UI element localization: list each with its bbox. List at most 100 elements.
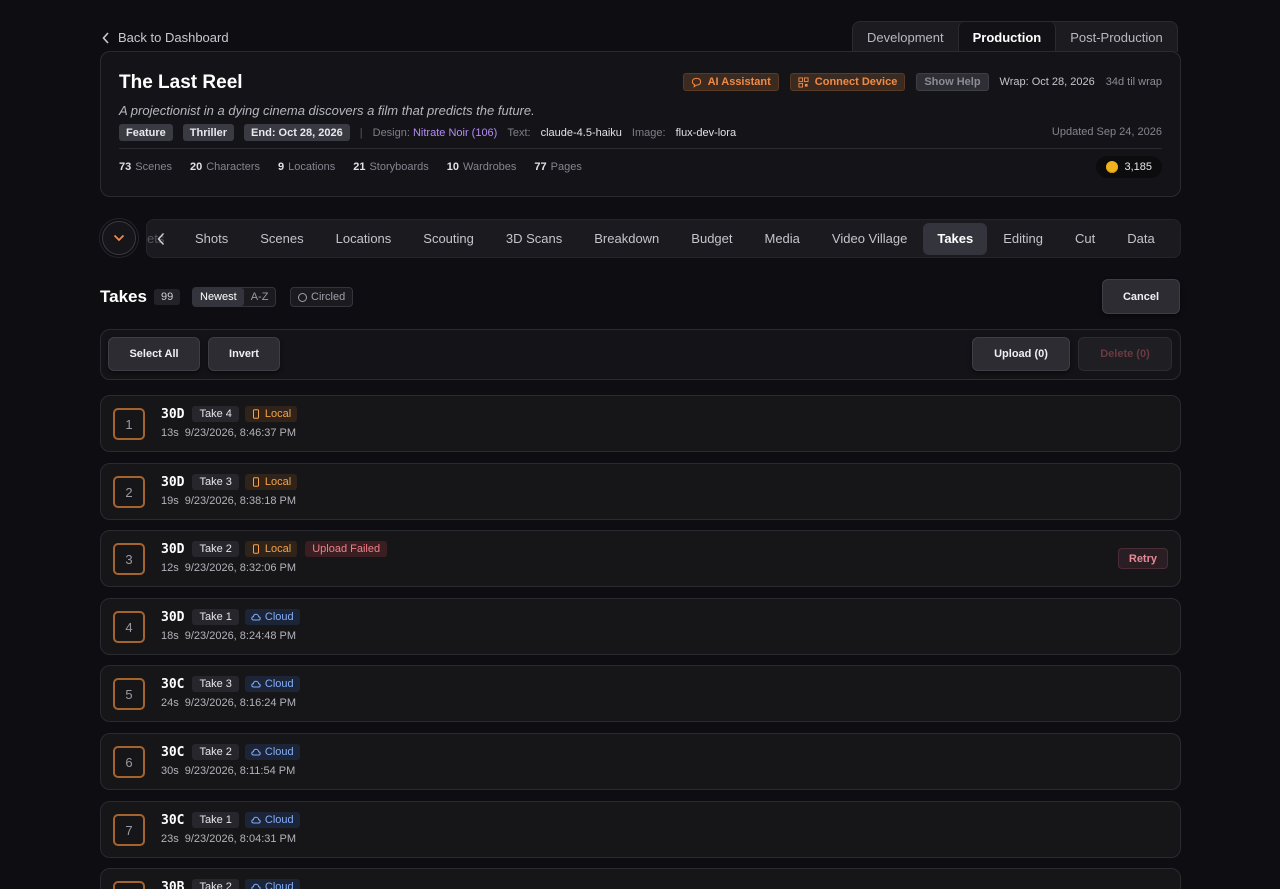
take-row[interactable]: 5 30C Take 3 Cloud 24s 9/23/2026, 8:16:24 PM — [100, 665, 1181, 722]
text-model-value: claude-4.5-haiku — [540, 126, 622, 139]
selection-toolbar: Select All Invert Upload (0) Delete (0) — [100, 329, 1181, 380]
take-duration: 13s — [161, 427, 179, 439]
nav-item-data[interactable]: Data — [1111, 223, 1170, 255]
take-header: 30B Take 2 Cloud — [161, 879, 300, 889]
nav-item-shots[interactable]: Shots — [179, 223, 244, 255]
nav-item-scouting[interactable]: Scouting — [407, 223, 490, 255]
take-details: 18s 9/23/2026, 8:24:48 PM — [161, 630, 296, 642]
ai-assistant-label: AI Assistant — [707, 76, 771, 88]
take-badge: Take 2 — [192, 879, 239, 889]
text-model-label: Text: — [507, 126, 531, 139]
nav-item-takes[interactable]: Takes — [923, 222, 988, 255]
take-row[interactable]: 1 30D Take 4 Local 13s 9/23/2026, 8:46:37 PM — [100, 395, 1181, 452]
nav-item-scenes[interactable]: Scenes — [244, 223, 319, 255]
take-header: 30C Take 1 Cloud — [161, 812, 300, 828]
show-help-button[interactable]: Show Help — [916, 73, 989, 91]
delete-button[interactable]: Delete (0) — [1078, 337, 1172, 371]
tab-development[interactable]: Development — [853, 22, 958, 52]
take-select-checkbox[interactable]: 6 — [113, 746, 145, 778]
upload-button[interactable]: Upload (0) — [972, 337, 1070, 371]
invert-button[interactable]: Invert — [208, 337, 280, 371]
take-row[interactable]: 3 30D Take 2 Local Upload Failed 12s 9/23/2026… — [100, 530, 1181, 587]
take-row[interactable]: 8 30B Take 2 Cloud — [100, 868, 1181, 889]
collapse-nav-button[interactable] — [102, 221, 136, 255]
circled-label: Circled — [311, 291, 346, 303]
stat-characters: 20 Characters — [189, 161, 260, 173]
sort-newest[interactable]: Newest — [193, 288, 244, 306]
take-duration: 30s — [161, 765, 179, 777]
take-select-checkbox[interactable]: 4 — [113, 611, 145, 643]
ai-assistant-button[interactable]: AI Assistant — [682, 73, 779, 91]
credits-value: 3,185 — [1124, 161, 1152, 173]
takes-title: Takes — [100, 287, 147, 306]
takes-count: 99 — [154, 289, 181, 305]
nav-items: Shots Scenes Locations Scouting 3D Scans Brea… — [179, 220, 1171, 257]
design-value[interactable]: Nitrate Noir (106) — [413, 127, 497, 139]
take-details: 19s 9/23/2026, 8:38:18 PM — [161, 495, 296, 507]
take-select-checkbox[interactable]: 1 — [113, 408, 145, 440]
retry-button[interactable]: Retry — [1117, 548, 1168, 569]
take-row[interactable]: 4 30D Take 1 Cloud 18s 9/23/2026, 8:24:48 PM — [100, 598, 1181, 655]
tab-production[interactable]: Production — [957, 22, 1057, 52]
scroll-left-icon[interactable] — [156, 232, 166, 246]
upload-failed-badge: Upload Failed — [305, 541, 388, 557]
take-details: 12s 9/23/2026, 8:32:06 PM — [161, 562, 296, 574]
sort-toggle: Newest A-Z — [192, 287, 277, 307]
scene-number: 30D — [161, 609, 185, 625]
take-select-checkbox[interactable]: 8 — [113, 881, 145, 889]
local-badge: Local — [244, 406, 298, 422]
nav-item-3d-scans[interactable]: 3D Scans — [490, 223, 578, 255]
back-to-dashboard-link[interactable]: Back to Dashboard — [102, 30, 229, 45]
sort-az[interactable]: A-Z — [244, 288, 276, 306]
nav-item-locations[interactable]: Locations — [320, 223, 408, 255]
nav-item-media[interactable]: Media — [749, 223, 816, 255]
circle-icon — [298, 292, 307, 302]
nav-item-cut[interactable]: Cut — [1059, 223, 1111, 255]
design-label: Design: — [372, 126, 410, 139]
storage-label: Local — [264, 543, 292, 555]
nav-item-breakdown[interactable]: Breakdown — [578, 223, 675, 255]
circled-filter[interactable]: Circled — [290, 287, 354, 307]
section-nav: ets Shots Scenes Locations Scouting 3D Scans… — [146, 219, 1181, 258]
coin-icon — [1106, 161, 1119, 173]
take-timestamp: 9/23/2026, 8:32:06 PM — [184, 562, 297, 574]
take-badge: Take 2 — [192, 744, 239, 760]
cancel-button[interactable]: Cancel — [1102, 279, 1180, 314]
take-row[interactable]: 7 30C Take 1 Cloud 23s 9/23/2026, 8:04:31 PM — [100, 801, 1181, 858]
take-select-checkbox[interactable]: 3 — [113, 543, 145, 575]
project-title: The Last Reel — [119, 72, 243, 93]
take-timestamp: 9/23/2026, 8:24:48 PM — [184, 630, 297, 642]
take-details: 24s 9/23/2026, 8:16:24 PM — [161, 697, 296, 709]
take-duration: 19s — [161, 495, 179, 507]
connect-device-label: Connect Device — [814, 76, 898, 88]
connect-device-button[interactable]: Connect Device — [789, 73, 906, 91]
nav-item-video-village[interactable]: Video Village — [816, 223, 923, 255]
take-details: 23s 9/23/2026, 8:04:31 PM — [161, 833, 296, 845]
tab-post-production[interactable]: Post-Production — [1056, 22, 1177, 52]
credits-badge[interactable]: 3,185 — [1096, 156, 1162, 178]
phone-icon — [252, 409, 259, 419]
storage-label: Cloud — [264, 881, 294, 889]
storage-label: Cloud — [264, 678, 294, 690]
take-select-checkbox[interactable]: 5 — [113, 678, 145, 710]
chat-bubble-icon — [691, 77, 701, 88]
nav-item-budget[interactable]: Budget — [675, 223, 748, 255]
take-select-checkbox[interactable]: 2 — [113, 476, 145, 508]
stat-wardrobes: 10 Wardrobes — [446, 161, 517, 173]
chevron-down-icon — [113, 234, 125, 242]
cloud-icon — [251, 680, 261, 688]
take-duration: 23s — [161, 833, 179, 845]
storage-label: Cloud — [264, 611, 294, 623]
scene-number: 30C — [161, 812, 185, 828]
take-select-checkbox[interactable]: 7 — [113, 814, 145, 846]
tag-genre: Thriller — [182, 124, 235, 141]
take-badge: Take 1 — [192, 609, 239, 625]
cloud-badge: Cloud — [244, 676, 300, 692]
take-badge: Take 4 — [192, 406, 239, 422]
take-timestamp: 9/23/2026, 8:46:37 PM — [184, 427, 297, 439]
scene-number: 30D — [161, 406, 185, 422]
select-all-button[interactable]: Select All — [108, 337, 200, 371]
nav-item-editing[interactable]: Editing — [987, 223, 1059, 255]
take-row[interactable]: 6 30C Take 2 Cloud 30s 9/23/2026, 8:11:54 PM — [100, 733, 1181, 790]
take-row[interactable]: 2 30D Take 3 Local 19s 9/23/2026, 8:38:18 PM — [100, 463, 1181, 520]
